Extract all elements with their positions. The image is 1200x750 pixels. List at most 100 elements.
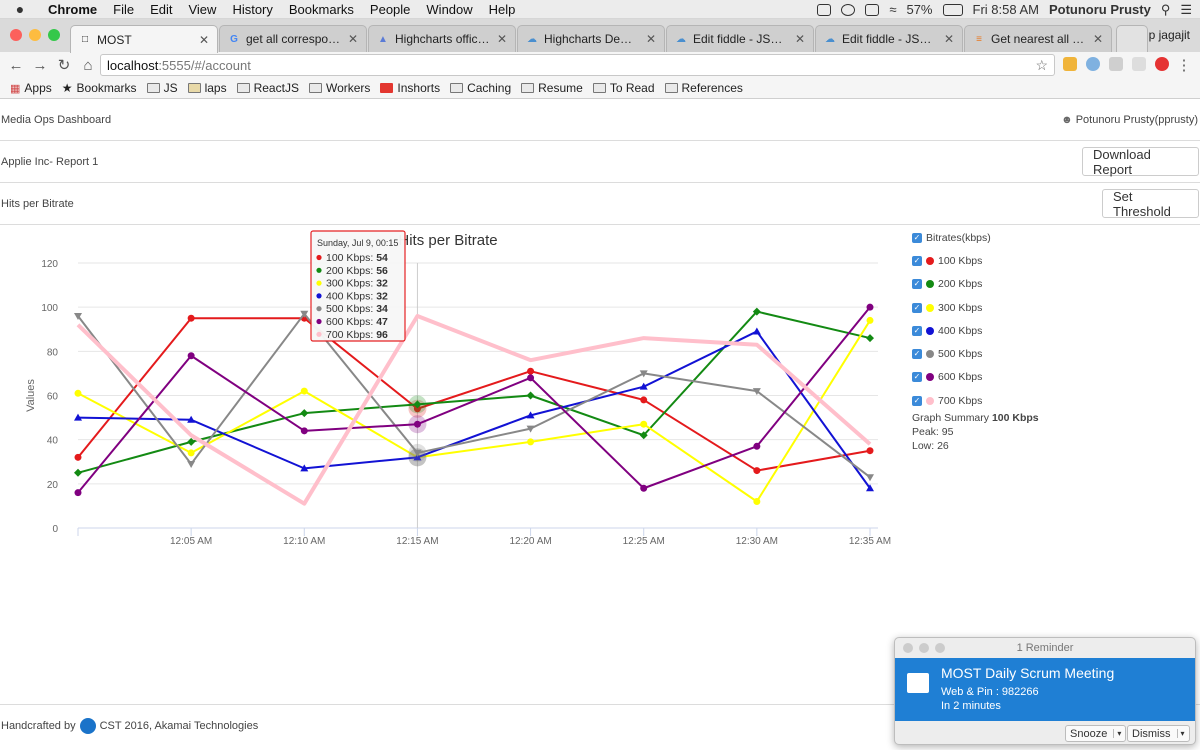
chevron-down-icon[interactable]: ▾ [1113,729,1121,738]
tooltip-value: 47 [376,316,388,328]
user-name[interactable]: Potunoru Prusty [1049,2,1151,17]
bookmark-resume[interactable]: Resume [521,81,583,95]
wifi-icon[interactable]: ≈ [889,2,896,17]
back-icon[interactable]: ← [4,57,28,74]
apple-icon[interactable]: ● [0,1,40,17]
minimize-window-button[interactable] [29,29,41,41]
search-icon[interactable]: ⚲ [1161,2,1171,18]
bookmark-reactjs[interactable]: ReactJS [236,81,299,95]
skype-icon[interactable] [841,3,856,16]
profile-name[interactable]: p jagajit [1149,28,1190,42]
legend-item-500[interactable]: ✓ 500 Kbps [912,342,991,365]
legend-item-700[interactable]: ✓ 700 Kbps [912,389,991,412]
address-bar[interactable]: localhost:5555/#/account ☆ [100,54,1055,76]
data-point [527,438,535,446]
bookmark-caching[interactable]: Caching [450,81,511,95]
notification-body[interactable]: MOST Daily Scrum Meeting Web & Pin : 982… [895,658,1195,721]
menu-edit[interactable]: Edit [142,2,180,17]
reload-icon[interactable]: ↻ [52,56,76,74]
tab-edit-fiddle-2[interactable]: ☁ Edit fiddle - JSFiddle ✕ [815,25,963,52]
bookmark-inshorts[interactable]: Inshorts [380,81,440,95]
close-dot[interactable] [903,643,913,653]
checkbox-icon[interactable]: ✓ [912,349,922,360]
data-point [866,334,874,343]
legend-item-400[interactable]: ✓ 400 Kbps [912,319,991,342]
extension-puzzle-icon[interactable] [1132,57,1146,71]
zoom-dot[interactable] [935,643,945,653]
checkbox-icon[interactable]: ✓ [912,325,922,336]
menu-window[interactable]: Window [418,2,480,17]
snooze-button[interactable]: Snooze ▾ [1065,725,1127,742]
download-report-button[interactable]: Download Report [1082,147,1199,177]
menu-file[interactable]: File [105,2,142,17]
legend-item-100[interactable]: ✓ 100 Kbps [912,249,991,272]
check-icon[interactable] [817,3,832,16]
apple-icon [926,373,934,382]
minimize-dot[interactable] [919,643,929,653]
menu-bookmarks[interactable]: Bookmarks [281,2,362,17]
bookmark-bookmarks[interactable]: ★ Bookmarks [62,81,137,95]
bookmark-js[interactable]: JS [146,81,178,95]
close-tab-icon[interactable]: ✕ [1093,32,1103,46]
lock-icon[interactable] [865,3,880,16]
menu-app-name[interactable]: Chrome [40,2,105,17]
checkbox-icon[interactable]: ✓ [912,395,922,406]
close-tab-icon[interactable]: ✕ [348,32,358,46]
close-tab-icon[interactable]: ✕ [795,32,805,46]
y-tick-label: 40 [47,436,59,447]
user-menu[interactable]: ☻ Potunoru Prusty(pprusty) [1061,114,1198,126]
maximize-window-button[interactable] [48,29,60,41]
menu-icon[interactable]: ⋮ [1172,56,1196,74]
menu-history[interactable]: History [224,2,280,17]
bookmark-star-icon[interactable]: ☆ [1035,57,1048,74]
data-point [753,498,761,505]
folder-icon [236,83,250,93]
bookmark-to-read[interactable]: To Read [592,81,655,95]
forward-icon[interactable]: → [28,57,52,74]
tooltip-row: 600 Kbps: 47 [326,316,388,328]
bookmark-references[interactable]: References [664,81,743,95]
reminder-notification[interactable]: 1 Reminder MOST Daily Scrum Meeting Web … [894,637,1196,745]
tab-edit-fiddle-1[interactable]: ☁ Edit fiddle - JSFiddle ✕ [666,25,814,52]
list-icon[interactable]: ☰ [1180,2,1192,18]
extension-folder-icon[interactable] [1063,57,1077,71]
bookmark-laps[interactable]: laps [187,81,227,95]
bookmark-workers[interactable]: Workers [308,81,370,95]
checkbox-icon[interactable]: ✓ [912,302,922,313]
tab-most[interactable]: □ MOST ✕ [70,25,218,53]
tab-highcharts-support[interactable]: ▲ Highcharts official sup ✕ [368,25,516,52]
legend-item-200[interactable]: ✓ 200 Kbps [912,273,991,296]
close-tab-icon[interactable]: ✕ [497,32,507,46]
battery-percent[interactable]: 57% [906,2,932,17]
menu-help[interactable]: Help [481,2,524,17]
extension-grid-icon[interactable] [1109,57,1123,71]
legend-item-300[interactable]: ✓ 300 Kbps [912,296,991,319]
tab-google-search[interactable]: G get all corresponding ✕ [219,25,367,52]
dismiss-button[interactable]: Dismiss ▾ [1127,725,1190,742]
chevron-down-icon[interactable]: ▾ [1176,729,1185,738]
legend-title-row[interactable]: ✓ Bitrates(kbps) [912,226,991,249]
tab-nearest-y[interactable]: ≡ Get nearest all Y value ✕ [964,25,1112,52]
checkbox-icon[interactable]: ✓ [912,255,922,266]
close-window-button[interactable] [10,29,22,41]
checkbox-icon[interactable]: ✓ [912,372,922,383]
close-tab-icon[interactable]: ✕ [199,33,209,47]
set-threshold-button[interactable]: Set Threshold [1102,189,1199,219]
checkbox-icon[interactable]: ✓ [912,232,922,243]
clock[interactable]: Fri 8:58 AM [973,2,1039,17]
new-tab-button[interactable] [1116,25,1148,52]
opera-icon[interactable] [1155,57,1169,71]
bookmark-apps[interactable]: ▦ Apps [10,81,52,95]
close-tab-icon[interactable]: ✕ [646,32,656,46]
extension-gear-icon[interactable] [1086,57,1100,71]
close-tab-icon[interactable]: ✕ [944,32,954,46]
line-chart[interactable]: 0 20 40 60 80 100 120 12:05 AM 12:10 AM 12:15 AM 1… [0,225,900,555]
home-icon[interactable]: ⌂ [76,57,100,74]
menu-view[interactable]: View [180,2,224,17]
checkbox-icon[interactable]: ✓ [912,279,922,290]
tab-highcharts-demo[interactable]: ☁ Highcharts Demo - JS ✕ [517,25,665,52]
legend-label: 100 Kbps [938,254,983,267]
battery-icon[interactable] [942,3,963,16]
legend-item-600[interactable]: ✓ 600 Kbps [912,366,991,389]
menu-people[interactable]: People [362,2,418,17]
